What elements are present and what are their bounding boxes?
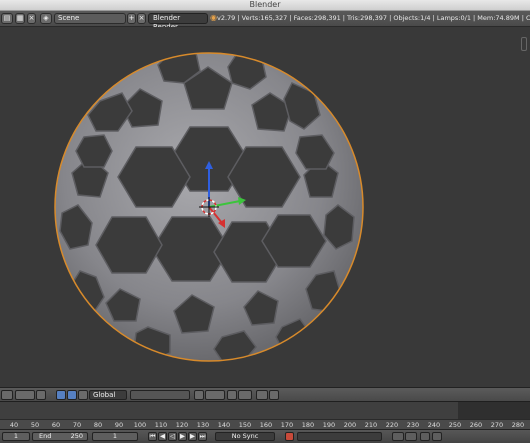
render-animation-icon[interactable]	[269, 390, 279, 400]
tick-label: 210	[364, 421, 378, 429]
tick-label: 90	[114, 421, 124, 429]
tick-label: 110	[154, 421, 168, 429]
current-frame-field[interactable]: 1	[92, 432, 138, 441]
start-frame-field[interactable]: 1	[2, 432, 30, 441]
play-reverse-button[interactable]: ◁	[168, 432, 177, 441]
screen-layout-icon[interactable]: ▦	[15, 13, 25, 24]
start-frame-value: 1	[13, 432, 19, 440]
remove-scene-icon[interactable]: ×	[137, 13, 146, 24]
out-of-range-area	[458, 402, 530, 419]
tick-label: 240	[427, 421, 441, 429]
scene-name: Scene	[58, 14, 80, 22]
end-frame-field[interactable]: End 250	[32, 432, 88, 441]
tick-label: 190	[322, 421, 336, 429]
tick-label: 280	[511, 421, 525, 429]
tick-label: 40	[9, 421, 19, 429]
blender-logo-icon: ◉	[210, 13, 217, 22]
insert-keyframe-icon[interactable]	[392, 432, 404, 441]
scene-statistics: v2.79 | Verts:165,327 | Faces:298,391 | …	[217, 14, 530, 22]
transform-orientation-label: Global	[93, 391, 116, 399]
playback-options-icon[interactable]	[420, 432, 430, 441]
scene-type-icon[interactable]: ◈	[40, 13, 52, 24]
window-title-bar: Blender	[0, 0, 530, 11]
tick-label: 150	[238, 421, 252, 429]
add-scene-icon[interactable]: +	[127, 13, 136, 24]
prev-keyframe-button[interactable]: ◀	[158, 432, 167, 441]
jump-start-button[interactable]: ⏮	[148, 432, 157, 441]
delete-keyframe-icon[interactable]	[405, 432, 417, 441]
tick-label: 220	[385, 421, 399, 429]
end-frame-value: 250	[70, 432, 83, 440]
proportional-edit-icon[interactable]	[205, 390, 225, 400]
playback-extra-icon[interactable]	[432, 432, 442, 441]
tick-label: 80	[93, 421, 103, 429]
timeline-panel[interactable]: 40 50 60 70 80 90 100 110 120 130 140 15…	[0, 401, 530, 431]
tick-label: 260	[469, 421, 483, 429]
snap-element-icon[interactable]	[238, 390, 252, 400]
tick-label: 100	[133, 421, 147, 429]
transform-orientation-dropdown[interactable]: Global	[89, 390, 127, 400]
sync-mode-dropdown[interactable]: No Sync	[215, 432, 275, 441]
tick-label: 60	[51, 421, 61, 429]
info-header: ▤ ▦ × ◈ Scene + × Blender Render ◉ v2.79…	[0, 11, 530, 31]
viewport-canvas	[54, 52, 364, 362]
render-preview-icon[interactable]	[256, 390, 268, 400]
play-button[interactable]: ▶	[178, 432, 187, 441]
render-engine-dropdown[interactable]: Blender Render	[148, 13, 208, 31]
shading-mode-icon[interactable]	[15, 390, 35, 400]
3d-view-header: Global	[0, 387, 530, 402]
translate-manipulator-icon[interactable]	[67, 390, 77, 400]
tick-label: 140	[217, 421, 231, 429]
scene-name-field[interactable]: Scene	[54, 13, 126, 24]
tick-label: 70	[72, 421, 82, 429]
layer-buttons[interactable]	[130, 390, 190, 400]
pivot-point-icon[interactable]	[36, 390, 46, 400]
lock-camera-icon[interactable]	[194, 390, 204, 400]
close-icon[interactable]: ×	[27, 13, 36, 24]
manipulator-toggle-icon[interactable]	[56, 390, 66, 400]
rotate-manipulator-icon[interactable]	[78, 390, 88, 400]
sync-mode-label: No Sync	[231, 432, 259, 440]
record-button[interactable]	[285, 432, 294, 441]
tick-label: 120	[175, 421, 189, 429]
next-keyframe-button[interactable]: ▶	[188, 432, 197, 441]
current-frame-value: 1	[112, 432, 118, 440]
window-title: Blender	[249, 0, 281, 9]
jump-end-button[interactable]: ⏭	[198, 432, 207, 441]
view-menu-icon[interactable]	[1, 390, 13, 400]
tick-label: 160	[259, 421, 273, 429]
tick-label: 270	[490, 421, 504, 429]
tick-label: 50	[30, 421, 40, 429]
tick-label: 230	[406, 421, 420, 429]
tick-label: 250	[448, 421, 462, 429]
timeline-footer: 1 End 250 1 ⏮ ◀ ◁ ▶ ▶ ⏭ No Sync	[0, 429, 530, 443]
tick-label: 130	[196, 421, 210, 429]
end-frame-label: End	[39, 432, 52, 440]
tick-label: 170	[280, 421, 294, 429]
keying-set-field[interactable]	[297, 432, 382, 441]
snap-toggle-icon[interactable]	[227, 390, 237, 400]
tick-label: 180	[301, 421, 315, 429]
editor-type-button[interactable]: ▤	[1, 13, 13, 24]
tick-label: 200	[343, 421, 357, 429]
3d-viewport[interactable]	[0, 27, 530, 387]
